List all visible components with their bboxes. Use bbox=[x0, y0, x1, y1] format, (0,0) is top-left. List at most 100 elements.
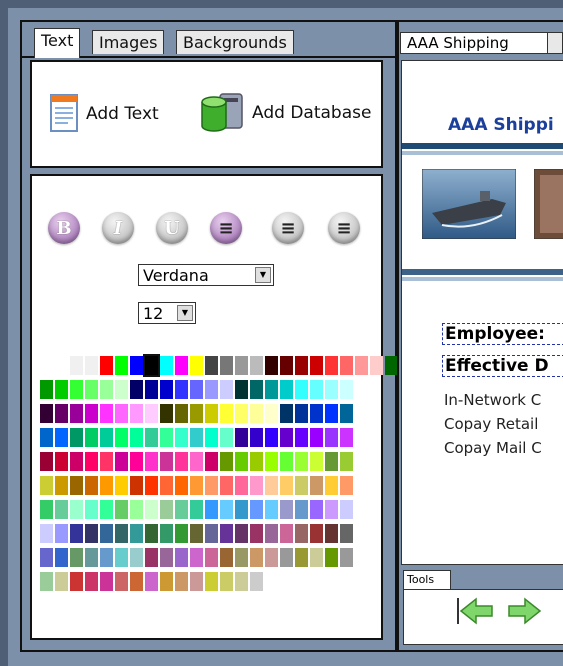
color-swatch[interactable] bbox=[100, 524, 113, 543]
color-swatch[interactable] bbox=[145, 572, 158, 591]
color-swatch[interactable] bbox=[40, 572, 53, 591]
color-swatch[interactable] bbox=[175, 356, 188, 375]
color-swatch[interactable] bbox=[235, 428, 248, 447]
color-swatch[interactable] bbox=[40, 500, 53, 519]
tab-text[interactable]: Text bbox=[34, 28, 81, 58]
color-swatch[interactable] bbox=[265, 380, 278, 399]
color-swatch[interactable] bbox=[70, 548, 83, 567]
color-swatch[interactable] bbox=[340, 500, 353, 519]
align-right-button[interactable]: ≡ bbox=[328, 212, 360, 244]
font-family-select[interactable]: Verdana ▼ bbox=[138, 264, 274, 286]
color-swatch[interactable] bbox=[265, 476, 278, 495]
color-swatch[interactable] bbox=[265, 404, 278, 423]
color-swatch[interactable] bbox=[265, 548, 278, 567]
color-swatch[interactable] bbox=[70, 404, 83, 423]
color-swatch[interactable] bbox=[190, 476, 203, 495]
color-swatch[interactable] bbox=[190, 404, 203, 423]
color-swatch[interactable] bbox=[143, 354, 160, 377]
color-swatch[interactable] bbox=[250, 404, 263, 423]
color-swatch[interactable] bbox=[265, 356, 278, 375]
color-swatch[interactable] bbox=[250, 428, 263, 447]
color-swatch[interactable] bbox=[40, 548, 53, 567]
color-swatch[interactable] bbox=[280, 452, 293, 471]
color-swatch[interactable] bbox=[370, 356, 383, 375]
color-swatch[interactable] bbox=[265, 452, 278, 471]
add-database-button[interactable]: Add Database bbox=[198, 90, 371, 136]
color-swatch[interactable] bbox=[235, 404, 248, 423]
color-swatch[interactable] bbox=[100, 380, 113, 399]
color-swatch[interactable] bbox=[145, 524, 158, 543]
color-swatch[interactable] bbox=[175, 452, 188, 471]
bold-button[interactable]: B bbox=[48, 212, 80, 244]
color-swatch[interactable] bbox=[175, 476, 188, 495]
color-swatch[interactable] bbox=[220, 572, 233, 591]
color-swatch[interactable] bbox=[340, 476, 353, 495]
color-swatch[interactable] bbox=[220, 380, 233, 399]
color-swatch[interactable] bbox=[250, 524, 263, 543]
color-swatch[interactable] bbox=[130, 404, 143, 423]
color-swatch[interactable] bbox=[205, 476, 218, 495]
color-swatch[interactable] bbox=[295, 380, 308, 399]
color-swatch[interactable] bbox=[250, 476, 263, 495]
color-swatch[interactable] bbox=[85, 428, 98, 447]
color-swatch[interactable] bbox=[40, 428, 53, 447]
color-swatch[interactable] bbox=[130, 500, 143, 519]
color-swatch[interactable] bbox=[70, 356, 83, 375]
color-swatch[interactable] bbox=[115, 548, 128, 567]
color-swatch[interactable] bbox=[310, 548, 323, 567]
color-swatch[interactable] bbox=[280, 404, 293, 423]
forward-arrow-icon[interactable] bbox=[506, 596, 542, 626]
color-swatch[interactable] bbox=[70, 572, 83, 591]
color-swatch[interactable] bbox=[310, 380, 323, 399]
color-swatch[interactable] bbox=[115, 428, 128, 447]
color-swatch[interactable] bbox=[55, 404, 68, 423]
color-swatch[interactable] bbox=[55, 380, 68, 399]
color-swatch[interactable] bbox=[85, 548, 98, 567]
color-swatch[interactable] bbox=[190, 524, 203, 543]
color-swatch[interactable] bbox=[280, 380, 293, 399]
color-swatch[interactable] bbox=[280, 356, 293, 375]
color-swatch[interactable] bbox=[235, 500, 248, 519]
color-swatch[interactable] bbox=[190, 380, 203, 399]
color-swatch[interactable] bbox=[295, 548, 308, 567]
color-swatch[interactable] bbox=[130, 428, 143, 447]
color-swatch[interactable] bbox=[295, 500, 308, 519]
color-swatch[interactable] bbox=[250, 548, 263, 567]
document-selector[interactable]: AAA Shipping bbox=[400, 32, 550, 54]
color-swatch[interactable] bbox=[175, 404, 188, 423]
color-swatch[interactable] bbox=[160, 428, 173, 447]
color-swatch[interactable] bbox=[205, 572, 218, 591]
back-arrow-icon[interactable] bbox=[456, 596, 496, 626]
color-swatch[interactable] bbox=[340, 428, 353, 447]
color-swatch[interactable] bbox=[40, 380, 53, 399]
color-swatch[interactable] bbox=[340, 452, 353, 471]
color-swatch[interactable] bbox=[190, 356, 203, 375]
color-swatch[interactable] bbox=[145, 380, 158, 399]
color-swatch[interactable] bbox=[160, 380, 173, 399]
color-swatch[interactable] bbox=[265, 428, 278, 447]
add-text-button[interactable]: Add Text bbox=[50, 94, 159, 134]
color-swatch[interactable] bbox=[70, 476, 83, 495]
color-swatch[interactable] bbox=[145, 500, 158, 519]
color-swatch[interactable] bbox=[100, 548, 113, 567]
color-swatch[interactable] bbox=[205, 500, 218, 519]
color-swatch[interactable] bbox=[220, 404, 233, 423]
color-swatch[interactable] bbox=[325, 452, 338, 471]
color-swatch[interactable] bbox=[85, 476, 98, 495]
color-swatch[interactable] bbox=[175, 548, 188, 567]
color-swatch[interactable] bbox=[55, 476, 68, 495]
color-swatch[interactable] bbox=[325, 356, 338, 375]
color-swatch[interactable] bbox=[160, 524, 173, 543]
color-swatch[interactable] bbox=[55, 452, 68, 471]
color-swatch[interactable] bbox=[190, 548, 203, 567]
color-swatch[interactable] bbox=[205, 524, 218, 543]
color-swatch[interactable] bbox=[70, 380, 83, 399]
color-swatch[interactable] bbox=[130, 572, 143, 591]
color-swatch[interactable] bbox=[145, 476, 158, 495]
color-swatch[interactable] bbox=[85, 380, 98, 399]
color-swatch[interactable] bbox=[250, 500, 263, 519]
color-swatch[interactable] bbox=[100, 404, 113, 423]
color-swatch[interactable] bbox=[70, 428, 83, 447]
color-swatch[interactable] bbox=[250, 452, 263, 471]
document-selector-button[interactable] bbox=[547, 32, 563, 54]
